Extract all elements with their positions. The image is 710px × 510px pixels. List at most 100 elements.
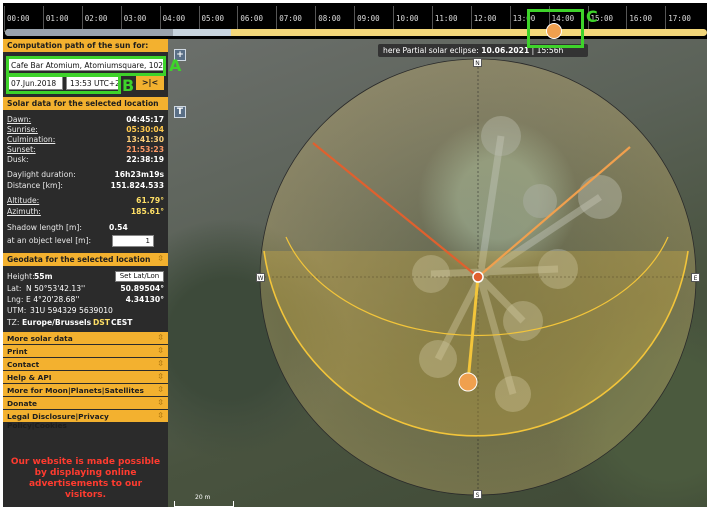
- menu-item[interactable]: Legal Disclosure|Privacy Policy|Cookies ⇳: [3, 409, 168, 430]
- set-latlon-button[interactable]: Set Lat/Lon: [115, 271, 164, 282]
- culmination-label[interactable]: Culmination:: [7, 135, 55, 144]
- utm-value: 31U 594329 5639010: [30, 306, 113, 315]
- chevron-updown-icon[interactable]: ⇳: [157, 333, 164, 342]
- chevron-updown-icon[interactable]: ⇳: [157, 372, 164, 381]
- timeline-tick[interactable]: 09:00: [357, 14, 380, 23]
- culmination-value: 13:41:30: [126, 135, 164, 144]
- map-scale-label: 20 m: [195, 494, 211, 501]
- culmination-row: Culmination: 13:41:30: [7, 135, 164, 145]
- daylight-value: 16h23m19s: [114, 170, 164, 179]
- menu-item[interactable]: Contact ⇳: [3, 357, 168, 370]
- timeline-tick[interactable]: 17:00: [668, 14, 691, 23]
- solar-data-header: Solar data for the selected location: [3, 97, 168, 110]
- timeline-tick[interactable]: 08:00: [318, 14, 341, 23]
- lat-dms: N 50°53'42.13'': [26, 284, 86, 293]
- sunset-value: 21:53:23: [126, 145, 164, 154]
- utm-label: UTM:: [7, 306, 27, 315]
- computation-path-header: Computation path of the sun for:: [3, 39, 168, 52]
- geodata-header[interactable]: Geodata for the selected location ⇳: [3, 253, 168, 266]
- timeline-tick[interactable]: 10:00: [396, 14, 419, 23]
- sunset-label[interactable]: Sunset:: [7, 145, 36, 154]
- tz-row: TZ: Europe/Brussels DST CEST: [7, 318, 164, 328]
- azimuth-label[interactable]: Azimuth:: [7, 207, 41, 216]
- menu-item[interactable]: More solar data ⇳: [3, 331, 168, 344]
- cest-badge: CEST: [111, 318, 133, 327]
- now-button[interactable]: >|<: [136, 76, 164, 90]
- altitude-label[interactable]: Altitude:: [7, 196, 39, 205]
- menu-item[interactable]: Help & API ⇳: [3, 370, 168, 383]
- sunset-row: Sunset: 21:53:23: [7, 145, 164, 155]
- dawn-row: Dawn: 04:45:17: [7, 115, 164, 125]
- lat-decimal: 50.89504°: [120, 284, 164, 293]
- daylight-label: Daylight duration:: [7, 170, 76, 179]
- sidebar-menu: More solar data ⇳ Print ⇳ Contact ⇳ Help & API…: [3, 331, 168, 430]
- timeline-tick[interactable]: 12:00: [474, 14, 497, 23]
- timeline-dawn-segment: [173, 29, 231, 36]
- time-slider[interactable]: 00:00 01:00 02:00 03:00 04:00 05:00 06:00 07:00…: [3, 3, 707, 39]
- timeline-tick[interactable]: 05:00: [202, 14, 225, 23]
- lng-decimal: 4.34130°: [125, 295, 164, 304]
- tz-value: Europe/Brussels: [22, 318, 92, 327]
- compass-south: S: [473, 490, 482, 499]
- menu-item[interactable]: Print ⇳: [3, 344, 168, 357]
- dusk-row: Dusk: 22:38:19: [7, 155, 164, 165]
- chevron-updown-icon[interactable]: ⇳: [157, 385, 164, 394]
- location-pin[interactable]: [472, 271, 484, 283]
- timeline-tick[interactable]: 01:00: [46, 14, 69, 23]
- compass-east: E: [691, 273, 700, 282]
- object-level-label: at an object level [m]:: [7, 236, 92, 245]
- annotation-label-b: B: [122, 76, 135, 95]
- lng-label: Lng:: [7, 295, 24, 304]
- sunrise-row: Sunrise: 05:30:04: [7, 125, 164, 135]
- dawn-label[interactable]: Dawn:: [7, 115, 31, 124]
- sunrise-value: 05:30:04: [126, 125, 164, 134]
- dusk-label: Dusk:: [7, 155, 29, 164]
- sunrise-label[interactable]: Sunrise:: [7, 125, 38, 134]
- compass-west: W: [256, 273, 265, 282]
- distance-row: Distance [km]: 151.824.533: [7, 181, 164, 191]
- timeline-tick[interactable]: 00:00: [7, 14, 30, 23]
- menu-item[interactable]: Donate ⇳: [3, 396, 168, 409]
- map-scale: 20 m: [174, 494, 234, 507]
- timeline-tick[interactable]: 07:00: [279, 14, 302, 23]
- altitude-value: 61.79°: [136, 196, 164, 205]
- annotation-label-c: C: [586, 7, 598, 26]
- timeline-tick[interactable]: 04:00: [163, 14, 186, 23]
- chevron-updown-icon[interactable]: ⇳: [157, 346, 164, 355]
- app-window: 00:00 01:00 02:00 03:00 04:00 05:00 06:00 07:00…: [3, 3, 707, 507]
- annotation-box-b: [6, 74, 121, 94]
- height-label: Height:: [7, 272, 35, 281]
- timeline-tick[interactable]: 11:00: [435, 14, 458, 23]
- timeline-tick[interactable]: 02:00: [85, 14, 108, 23]
- chevron-updown-icon[interactable]: ⇳: [157, 254, 164, 263]
- chevron-updown-icon[interactable]: ⇳: [157, 411, 164, 420]
- menu-item[interactable]: More for Moon|Planets|Satellites ⇳: [3, 383, 168, 396]
- shadow-value: 0.54: [109, 223, 128, 232]
- daylight-row: Daylight duration: 16h23m19s: [7, 170, 164, 180]
- timeline-tick[interactable]: 03:00: [124, 14, 147, 23]
- menu-item-label: Help & API: [7, 373, 52, 382]
- compass-north: N: [473, 58, 482, 67]
- utm-row: UTM: 31U 594329 5639010: [7, 306, 164, 316]
- menu-item-label: Legal Disclosure|Privacy Policy|Cookies: [7, 412, 109, 430]
- annotation-box-c: [527, 9, 584, 48]
- object-level-input[interactable]: 1: [112, 235, 154, 247]
- eclipse-date: 10.06.2021: [481, 46, 530, 55]
- sun-position-marker[interactable]: [458, 372, 478, 392]
- menu-item-label: More solar data: [7, 334, 73, 343]
- lat-row: Lat: N 50°53'42.13'' 50.89504°: [7, 284, 164, 294]
- shadow-row: Shadow length [m]: 0.54: [7, 223, 164, 233]
- chevron-updown-icon[interactable]: ⇳: [157, 398, 164, 407]
- satellite-map[interactable]: + T here Partial solar eclipse: 10.06.20…: [168, 39, 707, 507]
- chevron-updown-icon[interactable]: ⇳: [157, 359, 164, 368]
- timeline-tick[interactable]: 06:00: [240, 14, 263, 23]
- sidebar: Computation path of the sun for: Cafe Ba…: [3, 39, 168, 507]
- altitude-row: Altitude: 61.79°: [7, 196, 164, 206]
- tz-label: TZ:: [7, 318, 20, 327]
- dusk-value: 22:38:19: [126, 155, 164, 164]
- timeline-tick[interactable]: 16:00: [629, 14, 652, 23]
- menu-item-label: Donate: [7, 399, 38, 408]
- dawn-value: 04:45:17: [126, 115, 164, 124]
- layer-button[interactable]: T: [174, 106, 186, 118]
- menu-item-label: Print: [7, 347, 28, 356]
